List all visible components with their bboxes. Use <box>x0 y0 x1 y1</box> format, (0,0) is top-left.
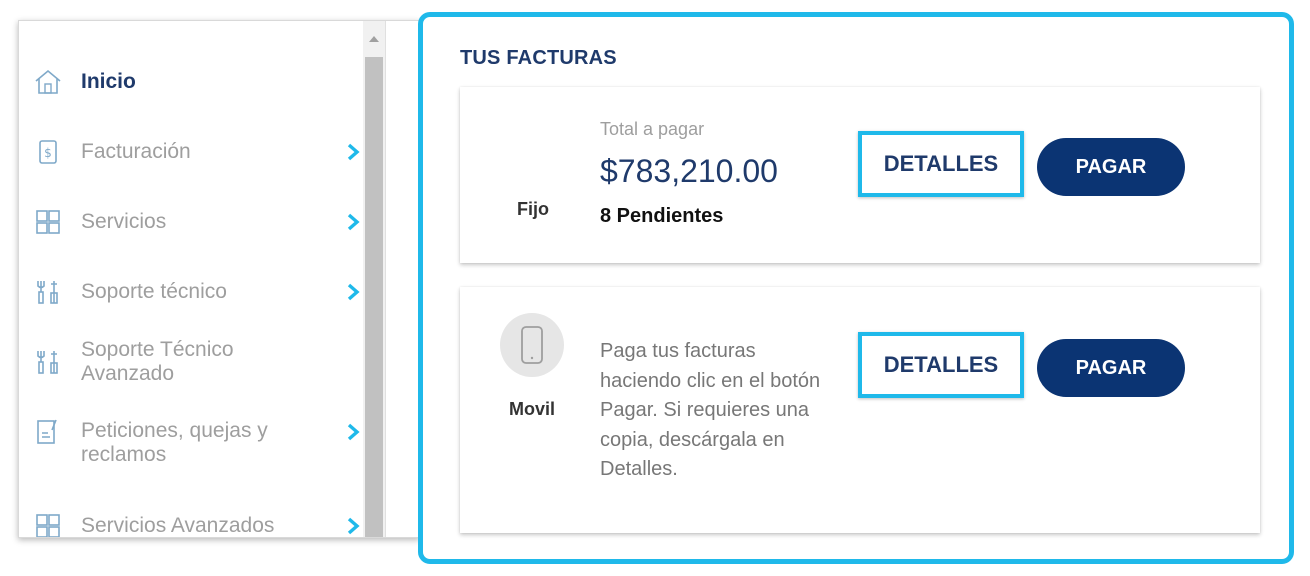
sidebar-item-label: Soporte Técnico Avanzado <box>81 338 234 385</box>
sidebar-item-facturacion[interactable]: $ Facturación <box>33 137 363 167</box>
sidebar-menu: Inicio $ Facturación Servicios Soporte t… <box>18 20 420 538</box>
sidebar-spacer <box>385 21 419 537</box>
payment-info-text: Paga tus facturas haciendo clic en el bo… <box>600 340 821 480</box>
tools-icon <box>33 347 63 377</box>
invoices-title: TUS FACTURAS <box>460 47 617 69</box>
scroll-up-arrow-icon[interactable] <box>363 31 385 47</box>
chevron-right-icon <box>347 283 360 301</box>
mobile-phone-icon <box>500 313 564 377</box>
invoices-panel: TUS FACTURAS Fijo Total a pagar $783,210… <box>418 12 1294 564</box>
sidebar-item-servicios[interactable]: Servicios <box>33 207 363 237</box>
sidebar-item-peticiones[interactable]: Peticiones, quejas y reclamos <box>33 417 363 466</box>
sidebar-item-label: Facturación <box>81 140 191 163</box>
details-button-movil[interactable]: DETALLES <box>858 332 1024 398</box>
service-type-label: Movil <box>509 399 556 419</box>
sidebar-item-label: Servicios <box>81 210 167 233</box>
scrollbar-thumb[interactable] <box>365 57 383 537</box>
tools-icon <box>33 277 63 307</box>
sidebar-item-label: Peticiones, quejas y reclamos <box>81 419 268 466</box>
sidebar-item-soporte-tecnico-avanzado[interactable]: Soporte Técnico Avanzado <box>33 338 363 385</box>
sidebar-item-label: Soporte técnico <box>81 280 227 303</box>
grid-icon <box>33 511 63 537</box>
menu-list: Inicio $ Facturación Servicios Soporte t… <box>19 21 363 537</box>
sidebar-item-inicio[interactable]: Inicio <box>33 67 363 97</box>
pending-count: 8 Pendientes <box>600 205 724 227</box>
chevron-right-icon <box>347 517 360 535</box>
invoice-card-movil: Movil Paga tus facturas haciendo clic en… <box>460 287 1260 533</box>
svg-text:$: $ <box>44 146 52 160</box>
invoice-card-fijo: Fijo Total a pagar $783,210.00 8 Pendien… <box>460 87 1260 263</box>
sidebar-item-servicios-avanzados[interactable]: Servicios Avanzados <box>33 511 363 537</box>
chevron-right-icon <box>347 213 360 231</box>
bill-icon: $ <box>33 137 63 167</box>
sidebar-item-soporte-tecnico[interactable]: Soporte técnico <box>33 277 363 307</box>
details-button-fijo[interactable]: DETALLES <box>858 131 1024 197</box>
document-icon <box>33 417 63 447</box>
chevron-right-icon <box>347 423 360 441</box>
total-amount: $783,210.00 <box>600 153 778 189</box>
sidebar-item-label: Inicio <box>81 70 136 93</box>
app-screen: Inicio $ Facturación Servicios Soporte t… <box>0 0 1310 576</box>
sidebar-scrollbar[interactable] <box>363 21 385 537</box>
service-type-label: Fijo <box>517 199 549 219</box>
chevron-right-icon <box>347 143 360 161</box>
grid-icon <box>33 207 63 237</box>
pay-button-fijo[interactable]: PAGAR <box>1037 138 1185 196</box>
home-icon <box>33 67 63 97</box>
pay-button-movil[interactable]: PAGAR <box>1037 339 1185 397</box>
sidebar-item-label: Servicios Avanzados <box>81 514 275 537</box>
total-caption: Total a pagar <box>600 119 705 139</box>
